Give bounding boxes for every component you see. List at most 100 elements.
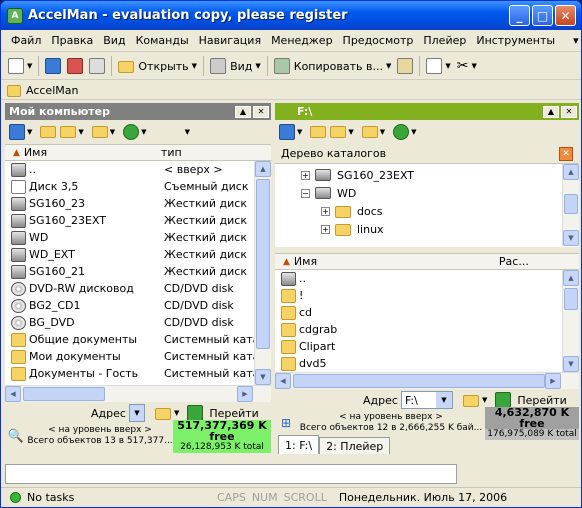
title-bar[interactable]: A AccelMan - evaluation copy, please reg…	[1, 1, 581, 30]
open-button[interactable]: Открыть ▼	[115, 55, 200, 77]
breadcrumb-label[interactable]: AccelMan	[26, 84, 78, 97]
list-item[interactable]: WD Жесткий диск	[5, 229, 271, 246]
scroll-up-icon[interactable]: ▲	[563, 270, 579, 286]
maximize-button[interactable]: □	[532, 5, 553, 26]
copy-button[interactable]: ▼	[423, 55, 453, 77]
chevron-down-icon[interactable]: ▼	[411, 128, 416, 136]
scroll-down-icon[interactable]: ▼	[563, 356, 579, 372]
overflow-icon[interactable]: ▼	[185, 128, 190, 136]
horizontal-scrollbar[interactable]: ◀ ▶	[5, 385, 271, 402]
column-type[interactable]: тип	[157, 146, 182, 159]
back-arrow-icon[interactable]	[393, 124, 410, 140]
chevron-down-icon[interactable]: ▼	[129, 405, 144, 421]
scroll-left-icon[interactable]: ◀	[5, 386, 21, 402]
scroll-down-icon[interactable]: ▼	[563, 230, 579, 246]
menu-file[interactable]: Файл	[6, 34, 46, 47]
folder-back-icon[interactable]	[40, 126, 57, 138]
panel-close-icon[interactable]: ✕	[253, 105, 269, 118]
expand-toggle-icon[interactable]: +	[321, 206, 330, 216]
menu-navigation[interactable]: Навигация	[194, 34, 266, 47]
list-item[interactable]: Документы - Гость Системный катал	[5, 365, 271, 382]
go-button[interactable]: Перейти	[209, 407, 259, 420]
view-mode-icon[interactable]	[279, 124, 295, 140]
address-combo[interactable]: F:\ ▼	[400, 391, 453, 409]
scroll-thumb[interactable]	[293, 374, 545, 388]
network-button[interactable]	[42, 55, 64, 77]
menu-player[interactable]: Плейер	[418, 34, 471, 47]
list-item[interactable]: Диск 3,5 Съемный диск	[5, 178, 271, 195]
chevron-down-icon[interactable]: ▼	[141, 128, 146, 136]
column-name[interactable]: Имя	[20, 146, 157, 159]
close-button[interactable]: ✕	[555, 5, 576, 26]
tab-player[interactable]: 2: Плейер	[319, 437, 391, 454]
menu-preview[interactable]: Предосмотр	[338, 34, 419, 47]
minimize-button[interactable]: _	[509, 5, 530, 26]
chevron-down-icon[interactable]: ▼	[174, 409, 179, 417]
chevron-down-icon[interactable]: ▼	[380, 128, 385, 136]
list-item[interactable]: cd	[275, 304, 579, 321]
view-mode-icon[interactable]	[9, 124, 25, 140]
tree-close-icon[interactable]: ✕	[559, 146, 573, 161]
vertical-scrollbar[interactable]: ▲ ▼	[562, 270, 579, 372]
chevron-down-icon[interactable]: ▼	[78, 128, 83, 136]
menu-view[interactable]: Вид	[98, 34, 130, 47]
scroll-thumb[interactable]	[564, 194, 578, 214]
list-item[interactable]: BG2_CD1 CD/DVD disk	[5, 297, 271, 314]
tree-node[interactable]: − WD	[275, 184, 579, 202]
chevron-down-icon[interactable]: ▼	[435, 392, 452, 408]
print-button[interactable]	[86, 55, 108, 77]
chevron-down-icon[interactable]: ▼	[27, 128, 32, 136]
tree-node[interactable]: + linux	[275, 220, 579, 238]
new-folder-icon[interactable]	[91, 126, 108, 138]
scroll-thumb[interactable]	[23, 387, 105, 401]
cut-button[interactable]: ✂ ▼	[454, 55, 480, 77]
scroll-right-icon[interactable]: ▶	[237, 386, 253, 402]
chevron-down-icon[interactable]: ▼	[297, 128, 302, 136]
scroll-up-icon[interactable]: ▲	[255, 161, 271, 177]
list-item[interactable]: BG_DVD CD/DVD disk	[5, 314, 271, 331]
back-arrow-icon[interactable]	[123, 124, 140, 140]
list-item[interactable]: SG160_21 Жесткий диск	[5, 263, 271, 280]
tree-node[interactable]: + SG160_23EXT	[275, 166, 579, 184]
list-item[interactable]: SG160_23EXT Жесткий диск	[5, 212, 271, 229]
menu-overflow-icon[interactable]: ▾	[568, 34, 581, 47]
expand-toggle-icon[interactable]: +	[301, 170, 310, 180]
menu-edit[interactable]: Правка	[46, 34, 98, 47]
chevron-down-icon[interactable]: ▼	[482, 396, 487, 404]
menu-manager[interactable]: Менеджер	[266, 34, 337, 47]
expand-toggle-icon[interactable]: −	[301, 188, 310, 198]
folder-forward-icon[interactable]	[330, 126, 347, 138]
tree-node[interactable]: + docs	[275, 202, 579, 220]
chevron-down-icon[interactable]: ▼	[110, 128, 115, 136]
vertical-scrollbar[interactable]: ▲ ▼	[254, 161, 271, 385]
go-button[interactable]: Перейти	[517, 394, 567, 407]
expand-toggle-icon[interactable]: +	[321, 224, 330, 234]
column-ext[interactable]: Рас...	[495, 255, 529, 268]
list-item[interactable]: cdgrab	[275, 321, 579, 338]
new-button[interactable]: ▼	[5, 55, 35, 77]
scroll-thumb[interactable]	[256, 179, 270, 349]
command-line[interactable]	[5, 464, 457, 484]
list-item[interactable]: Общие документы Системный катал	[5, 331, 271, 348]
address-combo[interactable]: ▼	[128, 404, 145, 422]
list-item[interactable]: WD_EXT Жесткий диск	[5, 246, 271, 263]
scroll-left-icon[interactable]: ◀	[275, 373, 291, 389]
folder-forward-icon[interactable]	[60, 126, 77, 138]
scroll-right-icon[interactable]: ▶	[545, 373, 561, 389]
list-item[interactable]: Clipart	[275, 338, 579, 355]
tab-f-drive[interactable]: 1: F:\	[278, 435, 320, 454]
list-item[interactable]: DVD-RW дисковод CD/DVD disk	[5, 280, 271, 297]
mail-button[interactable]	[394, 55, 416, 77]
tree-toggle-icon[interactable]: ⊞	[275, 416, 297, 430]
list-item[interactable]: SG160_23 Жесткий диск	[5, 195, 271, 212]
expand-icon[interactable]: ▲	[235, 105, 251, 118]
list-item[interactable]: dvd5	[275, 355, 579, 372]
app-icon[interactable]: A	[7, 7, 23, 24]
view-button[interactable]: Вид ▼	[207, 55, 264, 77]
scroll-up-icon[interactable]: ▲	[563, 164, 579, 180]
search-icon[interactable]: 🔍	[5, 429, 27, 444]
list-item[interactable]: !	[275, 287, 579, 304]
horizontal-scrollbar[interactable]: ◀ ▶	[275, 372, 579, 389]
list-item[interactable]: Мои документы Системный катал	[5, 348, 271, 365]
expand-icon[interactable]: ▲	[543, 105, 559, 118]
